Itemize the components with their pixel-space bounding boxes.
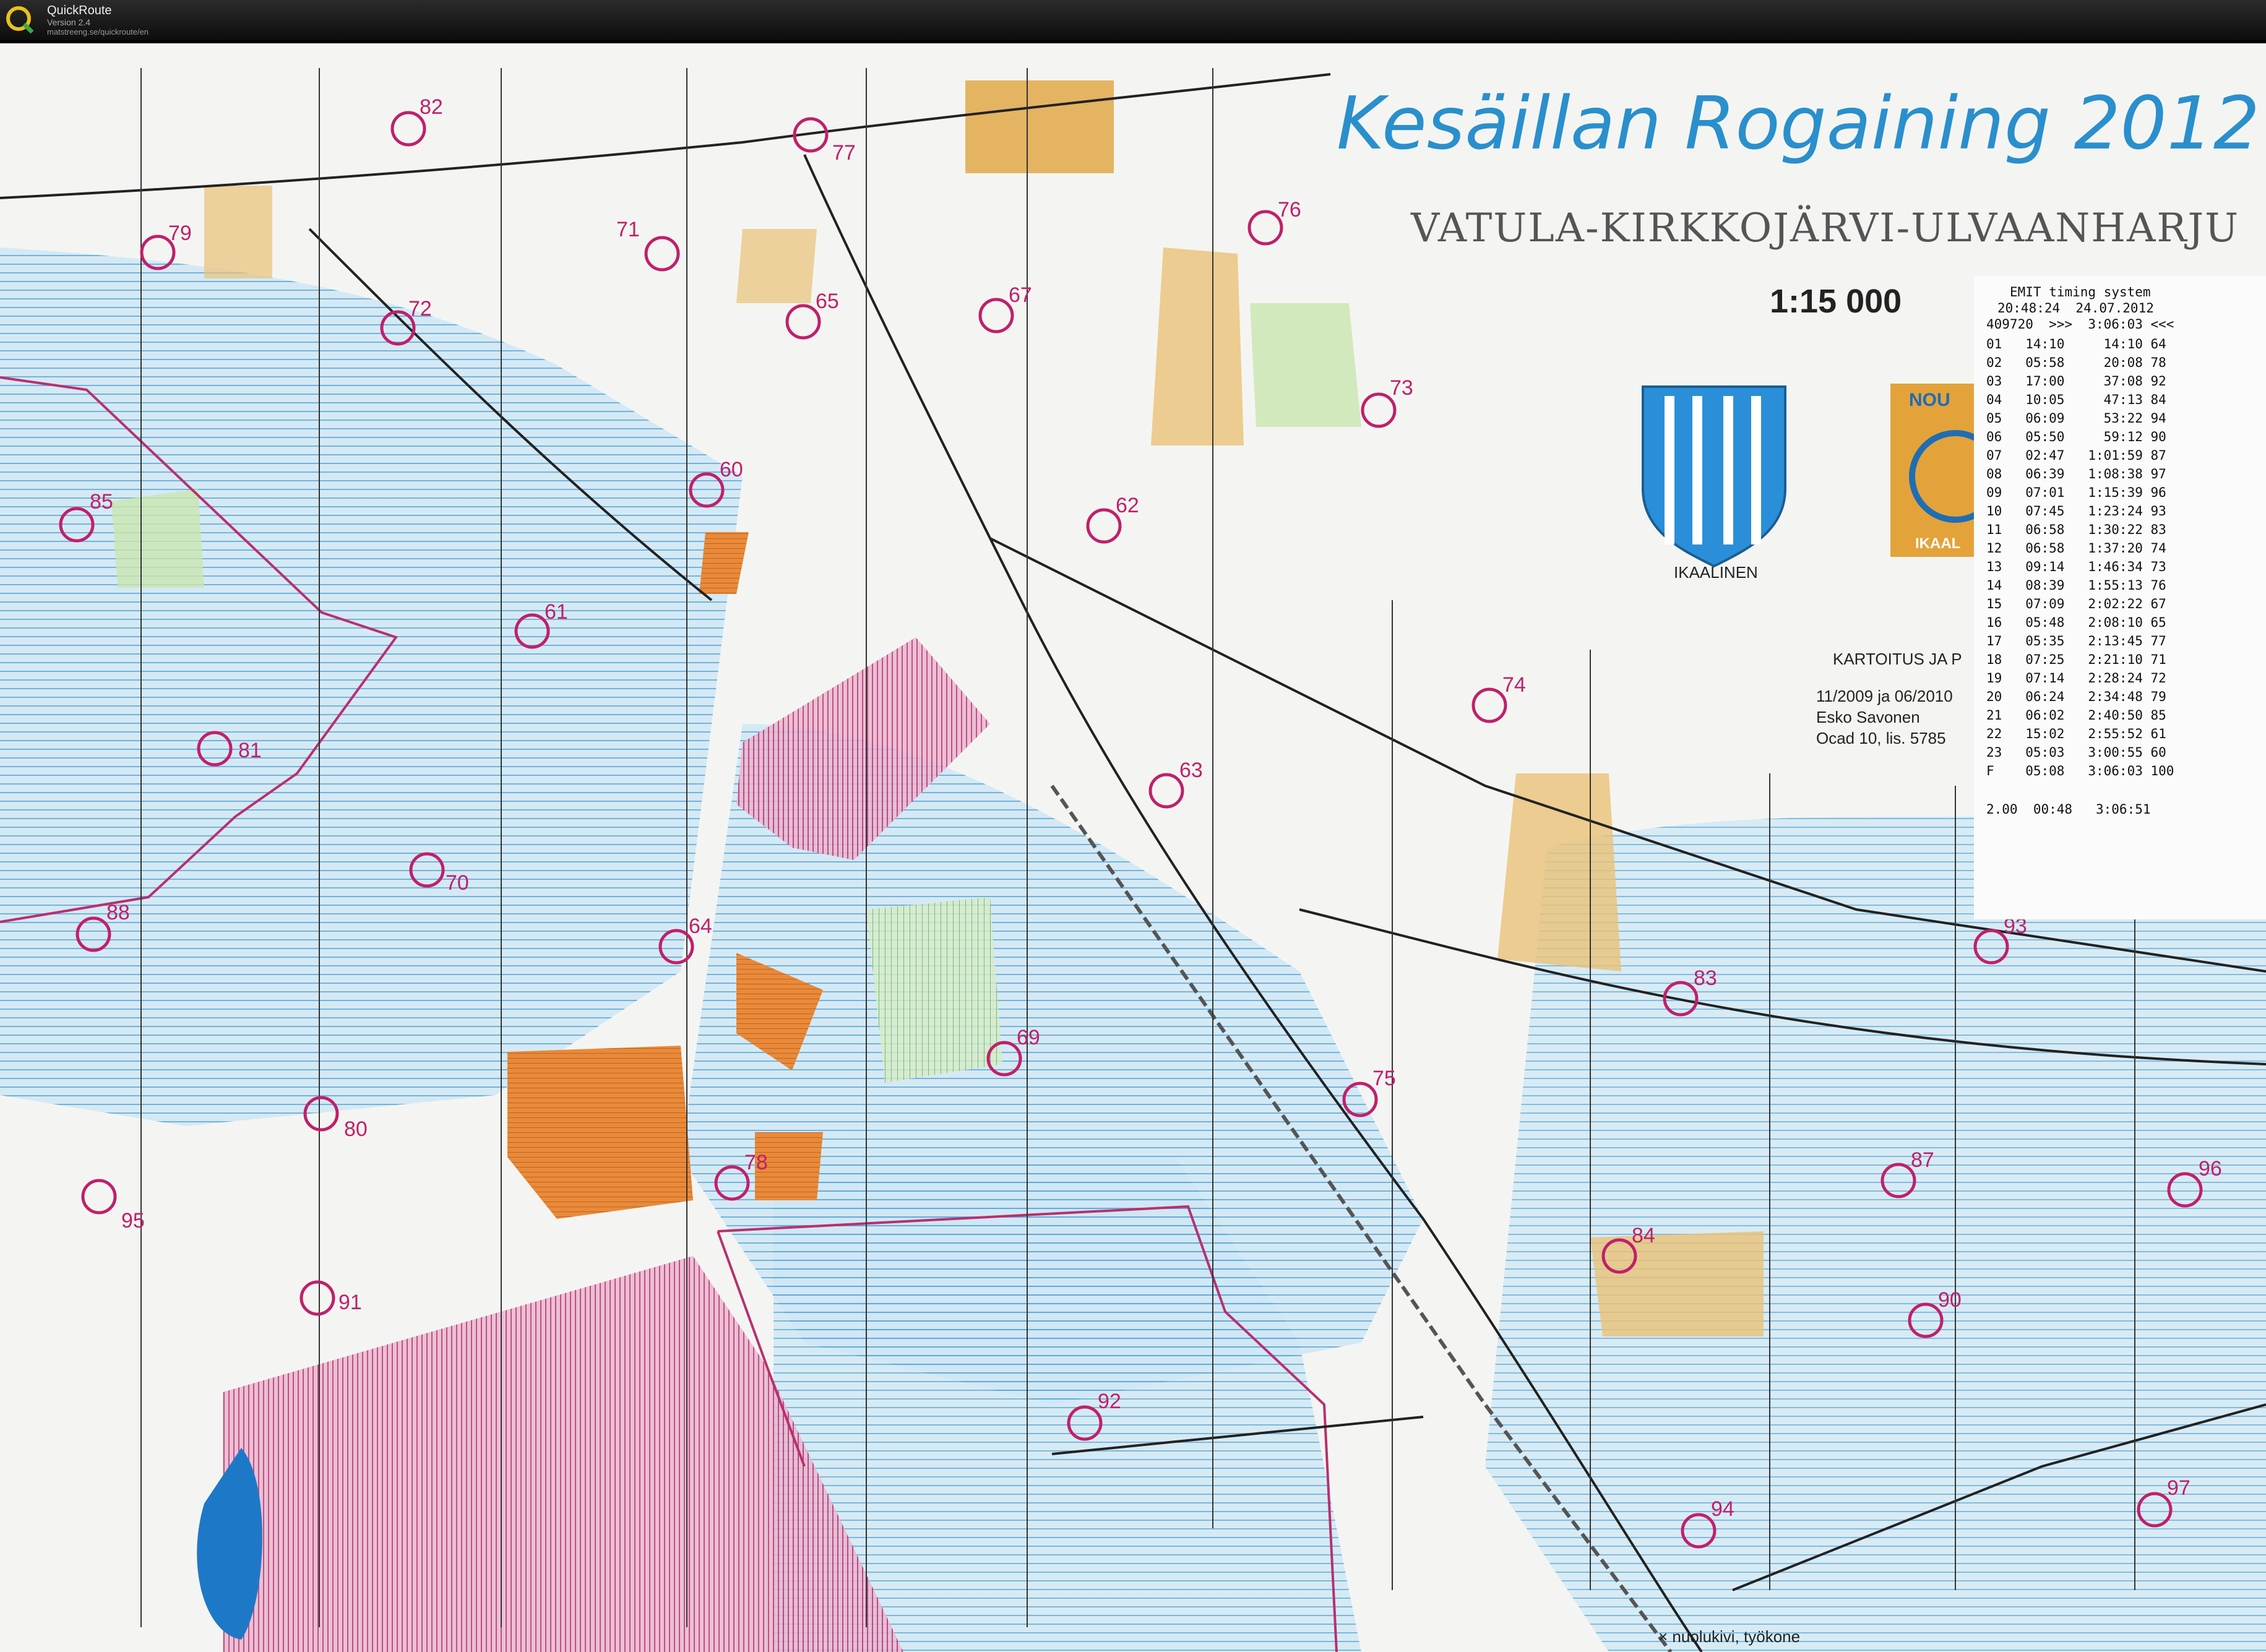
map-title: Kesäillan Rogaining 2012: [1337, 80, 2260, 166]
map-subtitle: VATULA-KIRKKOJÄRVI-ULVAANHARJU: [1411, 205, 2240, 251]
control-label: 97: [2167, 1476, 2191, 1500]
control-label: 63: [1179, 759, 1203, 782]
map-scale: 1:15 000: [1770, 283, 1902, 320]
credit-line-2: 11/2009 ja 06/2010: [1816, 687, 1953, 705]
timing-row: 22 15:02 2:55:52 61: [1986, 726, 2166, 741]
timing-row: 21 06:02 2:40:50 85: [1986, 708, 2166, 723]
control-label: 72: [408, 297, 432, 321]
map-graphics: [0, 68, 2266, 1652]
timing-row: 16 05:48 2:08:10 65: [1986, 615, 2166, 630]
control-label: 75: [1372, 1067, 1396, 1090]
control-label: 67: [1009, 283, 1032, 307]
timing-row: 19 07:14 2:28:24 72: [1986, 671, 2166, 686]
control-label: 65: [816, 290, 839, 313]
quickroute-app-icon: [6, 6, 34, 34]
timing-row: F 05:08 3:06:03 100: [1986, 764, 2174, 778]
timing-row: 07 02:47 1:01:59 87: [1986, 448, 2166, 463]
control-label: 87: [1911, 1148, 1934, 1172]
emblem-left-label: IKAALINEN: [1674, 563, 1758, 582]
timing-row: 15 07:09 2:02:22 67: [1986, 596, 2166, 611]
control-label: 69: [1017, 1026, 1040, 1049]
timing-row: 10 07:45 1:23:24 93: [1986, 504, 2166, 518]
control-label: 78: [744, 1151, 768, 1174]
window-titlebar: QuickRoute Version 2.4 matstreeng.se/qui…: [0, 0, 2266, 40]
timing-datetime: 20:48:24 24.07.2012: [1997, 301, 2154, 316]
control-label: 81: [238, 739, 262, 762]
control-label: 74: [1502, 673, 1526, 697]
orienteering-map[interactable]: Kesäillan Rogaining 2012 VATULA-KIRKKOJÄ…: [0, 43, 2266, 1652]
control-label: 60: [720, 458, 743, 481]
control-label: 88: [106, 901, 130, 924]
control-label: 71: [616, 218, 640, 241]
legend-note: × nuolukivi, työkone: [1658, 1627, 1801, 1646]
emblem-right-label-top: NOU: [1909, 390, 1950, 410]
credit-line-3: Esko Savonen: [1816, 708, 1920, 726]
timing-row: 18 07:25 2:21:10 71: [1986, 652, 2166, 667]
app-version: Version 2.4: [47, 17, 91, 27]
control-label: 83: [1694, 966, 1717, 990]
credit-line-4: Ocad 10, lis. 5785: [1816, 729, 1946, 747]
timing-row: 11 06:58 1:30:22 83: [1986, 522, 2166, 537]
timing-card: 409720 >>> 3:06:03 <<<: [1986, 317, 2174, 332]
control-label: 80: [344, 1117, 368, 1141]
timing-row: 01 14:10 14:10 64: [1986, 337, 2166, 351]
app-url: matstreeng.se/quickroute/en: [47, 27, 149, 37]
timing-row: 05 06:09 53:22 94: [1986, 411, 2166, 426]
app-name: QuickRoute: [47, 4, 112, 17]
control-label: 61: [545, 600, 568, 624]
control-label: 85: [90, 490, 113, 514]
timing-row: 06 05:50 59:12 90: [1986, 429, 2166, 444]
control-label: 73: [1390, 376, 1413, 400]
control-label: 70: [446, 871, 469, 895]
timing-row: 14 08:39 1:55:13 76: [1986, 578, 2166, 593]
timing-row: 12 06:58 1:37:20 74: [1986, 541, 2166, 556]
timing-row: 02 05:58 20:08 78: [1986, 355, 2166, 370]
control-label: 94: [1711, 1497, 1734, 1521]
timing-row: 17 05:35 2:13:45 77: [1986, 634, 2166, 648]
control-label: 79: [168, 222, 192, 245]
timing-footer: 2.00 00:48 3:06:51: [1986, 802, 2151, 817]
timing-row: 20 06:24 2:34:48 79: [1986, 689, 2166, 704]
timing-row: 09 07:01 1:15:39 96: [1986, 485, 2166, 500]
credit-line-1: KARTOITUS JA P: [1833, 650, 1962, 668]
control-label: 84: [1632, 1224, 1655, 1247]
timing-row: 03 17:00 37:08 92: [1986, 374, 2166, 389]
ikaalinen-coat-of-arms: [1642, 385, 1786, 568]
control-label: 96: [2199, 1157, 2222, 1181]
control-label: 90: [1938, 1288, 1962, 1312]
control-label: 92: [1098, 1390, 1121, 1413]
lake: [197, 1448, 262, 1640]
control-label: 62: [1116, 494, 1139, 517]
control-label: 77: [832, 141, 856, 165]
timing-header: EMIT timing system: [2010, 285, 2151, 299]
control-label: 82: [420, 95, 443, 119]
timing-row: 13 09:14 1:46:34 73: [1986, 559, 2166, 574]
control-label: 64: [689, 914, 712, 938]
timing-row: 04 10:05 47:13 84: [1986, 392, 2166, 407]
control-label: 76: [1278, 198, 1301, 222]
emblem-right-label-bottom: IKAAL: [1915, 535, 1961, 552]
control-label: 91: [338, 1291, 362, 1314]
timing-row: 23 05:03 3:00:55 60: [1986, 745, 2166, 760]
timing-printout: EMIT timing system 20:48:24 24.07.2012 4…: [1974, 276, 2266, 919]
control-label: 95: [121, 1209, 145, 1233]
timing-row: 08 06:39 1:08:38 97: [1986, 467, 2166, 481]
